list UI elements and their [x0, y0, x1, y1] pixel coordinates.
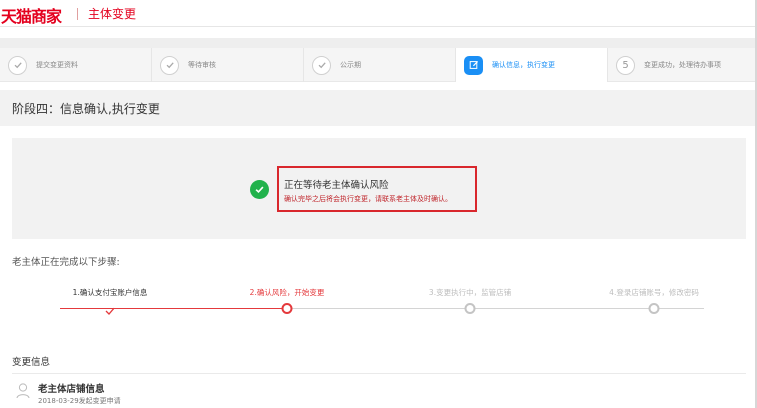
check-icon [8, 55, 27, 75]
progress-check-icon [104, 302, 116, 315]
user-icon [16, 382, 30, 400]
step-await-review: 等待审核 [152, 48, 303, 82]
old-owner-progress: 1.确认支付宝账户信息 2.确认风险，开始变更 3.变更执行中，监管店铺 4.登… [0, 282, 757, 322]
progress-step-label: 3.变更执行中，监管店铺 [428, 288, 512, 297]
top-band [0, 38, 757, 48]
status-highlight-box: 正在等待老主体确认风险 确认完毕之后将会执行变更，请联系老主体及时确认。 [277, 166, 477, 212]
process-steps: 提交变更资料 等待审核 公示期 确认信息，执行变更 5 变更成功，处理待办事项 [0, 48, 757, 82]
change-request-date: 2018-03-29发起变更申请 [38, 397, 121, 405]
step-confirm-execute: 确认信息，执行变更 [456, 48, 607, 82]
check-icon [312, 55, 331, 75]
tmall-merchant-logo[interactable]: 天猫商家 [1, 3, 62, 27]
status-panel: 正在等待老主体确认风险 确认完毕之后将会执行变更，请联系老主体及时确认。 [12, 138, 746, 239]
check-icon [160, 55, 179, 75]
progress-step-label: 4.登录店铺账号，修改密码 [609, 288, 699, 297]
old-owner-steps-label: 老主体正在完成以下步骤: [12, 257, 120, 268]
step-label: 等待审核 [188, 61, 216, 69]
header-divider [77, 8, 78, 20]
edit-icon [464, 55, 483, 75]
step-label: 公示期 [340, 61, 361, 69]
status-description: 确认完毕之后将会执行变更，请联系老主体及时确认。 [284, 195, 452, 203]
progress-step-label: 2.确认风险，开始变更 [249, 288, 325, 297]
change-info-label: 变更信息 [12, 357, 51, 368]
page-title: 主体变更 [88, 7, 137, 21]
progress-node-pending [648, 303, 660, 314]
phase-title: 阶段四：信息确认,执行变更 [12, 102, 160, 116]
progress-line-done [60, 308, 287, 309]
step-public-notice: 公示期 [304, 48, 455, 82]
step-label: 确认信息，执行变更 [492, 61, 555, 69]
progress-line-pending [287, 308, 704, 309]
section-divider [12, 373, 746, 374]
step-label: 变更成功，处理待办事项 [644, 61, 721, 69]
old-store-info-title: 老主体店铺信息 [38, 384, 105, 395]
step-change-success: 5 变更成功，处理待办事项 [608, 48, 757, 82]
success-check-icon [250, 180, 269, 199]
progress-node-current [281, 303, 293, 314]
status-title: 正在等待老主体确认风险 [284, 180, 389, 191]
progress-step-label: 1.确认支付宝账户信息 [72, 288, 148, 297]
step-submit-materials: 提交变更资料 [0, 48, 151, 82]
step-label: 提交变更资料 [36, 61, 78, 69]
step-number-badge: 5 [616, 55, 635, 75]
progress-node-pending [464, 303, 476, 314]
phase-header: 阶段四：信息确认,执行变更 [0, 90, 757, 126]
top-bar: 天猫商家 主体变更 [0, 0, 757, 27]
